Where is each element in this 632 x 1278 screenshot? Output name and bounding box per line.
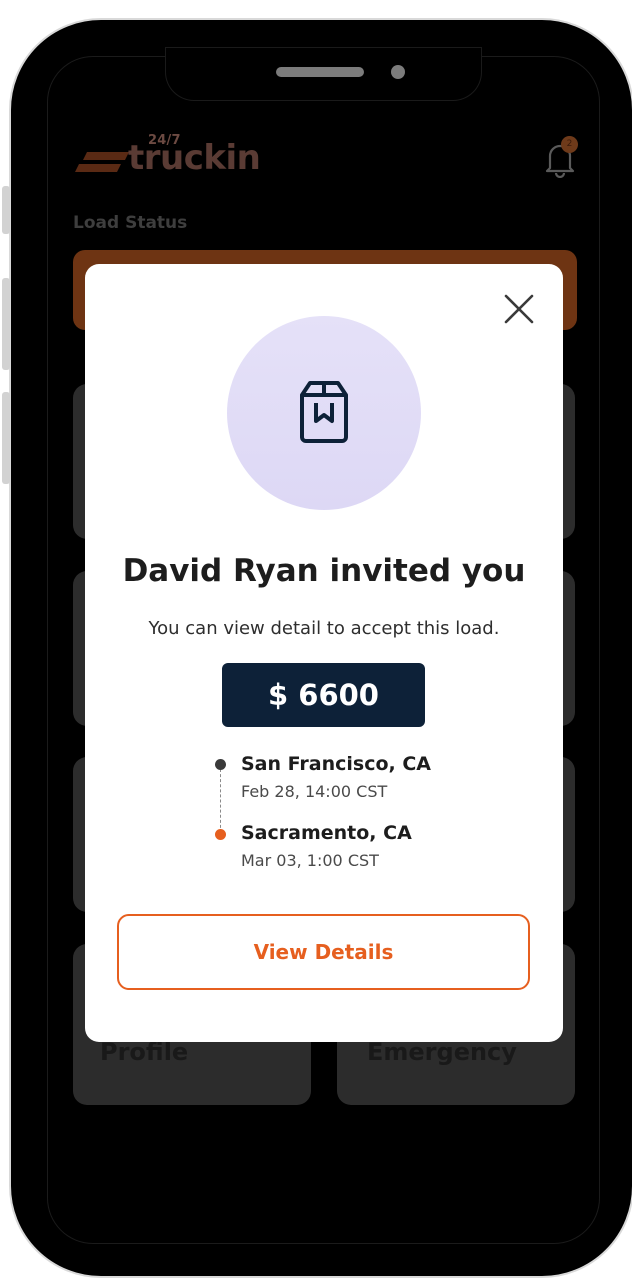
emergency-tile-label: Emergency: [367, 1038, 517, 1066]
profile-tile-label: Profile: [100, 1038, 189, 1066]
origin-time: Feb 28, 14:00 CST: [241, 782, 388, 801]
destination-dot-icon: [215, 829, 226, 840]
view-details-button[interactable]: View Details: [117, 914, 530, 990]
notification-badge: 2: [561, 136, 578, 153]
load-price: $ 6600: [222, 663, 425, 727]
origin-dot-icon: [215, 759, 226, 770]
modal-title: David Ryan invited you: [122, 553, 526, 589]
origin-city: San Francisco, CA: [241, 753, 432, 775]
modal-subtitle: You can view detail to accept this load.: [148, 618, 500, 639]
package-icon: [286, 375, 362, 455]
phone-volume-up-button: [2, 278, 10, 370]
phone-camera: [391, 65, 405, 79]
logo-mark: [73, 150, 129, 180]
load-status-label: Load Status: [73, 213, 188, 233]
phone-mute-switch: [2, 186, 10, 234]
destination-city: Sacramento, CA: [241, 822, 412, 844]
phone-speaker: [276, 67, 364, 77]
phone-volume-down-button: [2, 392, 10, 484]
route-connector: [220, 769, 221, 833]
close-icon[interactable]: [500, 290, 538, 328]
destination-time: Mar 03, 1:00 CST: [241, 851, 379, 870]
app-logo: truckin: [128, 138, 261, 178]
